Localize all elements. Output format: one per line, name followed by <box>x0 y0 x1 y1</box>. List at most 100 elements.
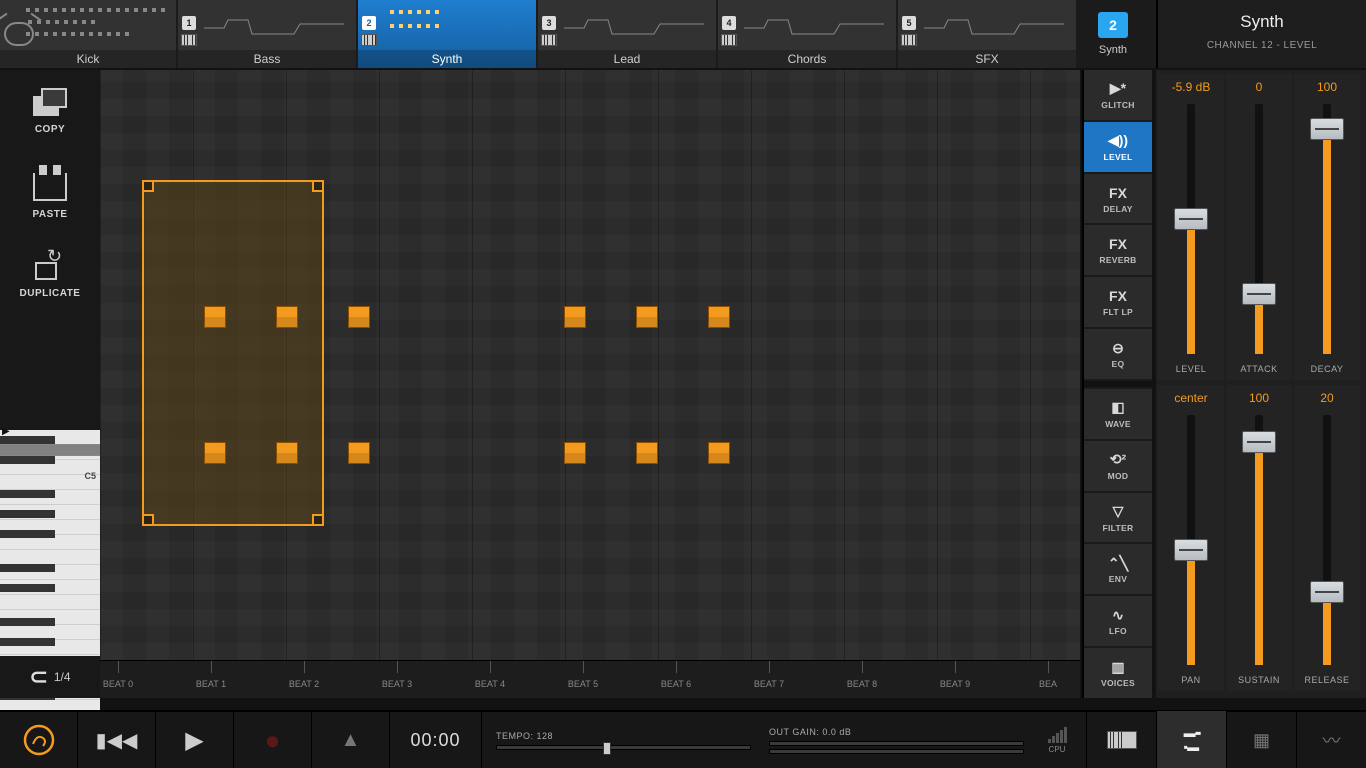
note[interactable] <box>348 306 370 328</box>
slider-name: RELEASE <box>1304 669 1349 691</box>
selection-handle-tr[interactable] <box>312 180 324 192</box>
note[interactable] <box>708 306 730 328</box>
slider-knob[interactable] <box>1242 283 1276 305</box>
keyboard-icon <box>1107 731 1137 749</box>
play-button[interactable]: ▶ <box>156 711 234 768</box>
tempo-handle[interactable] <box>603 742 611 755</box>
selection-handle-tl[interactable] <box>142 180 154 192</box>
slider-sustain[interactable]: 100SUSTAIN <box>1226 385 1292 691</box>
note[interactable] <box>276 306 298 328</box>
beat-label: BEAT 7 <box>754 679 784 689</box>
slider-track[interactable] <box>1323 415 1331 665</box>
slider-knob[interactable] <box>1174 539 1208 561</box>
keyboard-icon <box>361 34 377 46</box>
slider-decay[interactable]: 100DECAY <box>1294 74 1360 380</box>
fx-voices-button[interactable]: ▥VOICES <box>1084 648 1152 698</box>
track-kick[interactable]: Kick <box>0 0 176 68</box>
paste-button[interactable]: PASTE <box>0 152 100 234</box>
fx-level-button[interactable]: ◀)) LEVEL <box>1084 122 1152 172</box>
beat-ruler[interactable]: BEAT 0BEAT 1BEAT 2BEAT 3BEAT 4BEAT 5BEAT… <box>100 660 1080 698</box>
note[interactable] <box>564 442 586 464</box>
note[interactable] <box>276 442 298 464</box>
slider-fill <box>1187 550 1195 665</box>
track-preview <box>204 6 350 46</box>
slider-track[interactable] <box>1255 415 1263 665</box>
note[interactable] <box>348 442 370 464</box>
selection-box[interactable] <box>142 180 324 526</box>
fx-reverb-button[interactable]: FXREVERB <box>1084 225 1152 275</box>
view-pads-button[interactable]: ▦ <box>1226 711 1296 768</box>
note[interactable] <box>204 306 226 328</box>
record-icon: ● <box>265 725 281 756</box>
filter-icon: ▽ <box>1113 503 1124 521</box>
slider-level[interactable]: -5.9 dBLEVEL <box>1158 74 1224 380</box>
fx-eq-button[interactable]: ⊖EQ <box>1084 329 1152 379</box>
fx-fltlp-button[interactable]: FXFLT LP <box>1084 277 1152 327</box>
note[interactable] <box>204 442 226 464</box>
beat-label: BEAT 4 <box>475 679 505 689</box>
track-lead[interactable]: 3Lead <box>538 0 716 68</box>
track-chords[interactable]: 4Chords <box>718 0 896 68</box>
fx-label: LEVEL <box>1104 152 1133 162</box>
fx-wave-button[interactable]: ◧WAVE <box>1084 389 1152 439</box>
paste-icon <box>33 173 67 201</box>
record-button[interactable]: ● <box>234 711 312 768</box>
slider-knob[interactable] <box>1242 431 1276 453</box>
app-logo[interactable] <box>0 711 78 768</box>
tempo-meter[interactable]: TEMPO: 128 <box>496 731 751 750</box>
metronome-button[interactable]: ▲ <box>312 711 390 768</box>
fx-mod-button[interactable]: ⟲²MOD <box>1084 441 1152 491</box>
snap-control[interactable]: ⊂ 1/4 <box>0 656 100 698</box>
rewind-button[interactable]: ▮◀◀ <box>78 711 156 768</box>
slider-track[interactable] <box>1187 104 1195 354</box>
selected-track-badge[interactable]: 2Synth <box>1078 0 1148 68</box>
fx-filter-button[interactable]: ▽FILTER <box>1084 493 1152 543</box>
track-preview <box>924 6 1070 46</box>
slider-knob[interactable] <box>1174 208 1208 230</box>
timecode[interactable]: 00:00 <box>390 711 482 768</box>
selection-handle-bl[interactable] <box>142 514 154 526</box>
view-automation-button[interactable]: 〰 <box>1296 711 1366 768</box>
fx-delay-button[interactable]: FXDELAY <box>1084 174 1152 224</box>
slider-name: PAN <box>1181 669 1200 691</box>
slider-release[interactable]: 20RELEASE <box>1294 385 1360 691</box>
fx-column: ▶*GLITCH◀))LEVELFXDELAYFXREVERBFXFLT LP⊖… <box>1082 70 1152 698</box>
slider-track[interactable] <box>1255 104 1263 354</box>
track-sfx[interactable]: 5SFX <box>898 0 1076 68</box>
fx-env-button[interactable]: ⌃╲ENV <box>1084 544 1152 594</box>
view-keyboard-button[interactable] <box>1086 711 1156 768</box>
fx-lfo-button[interactable]: ∿LFO <box>1084 596 1152 646</box>
track-bass[interactable]: 1Bass <box>178 0 356 68</box>
note[interactable] <box>636 442 658 464</box>
edit-tools: COPY PASTE DUPLICATE ▶ C5 C4 ⊂ 1/4 <box>0 70 100 698</box>
track-synth[interactable]: 2Synth <box>358 0 536 68</box>
keyboard-icon <box>721 34 737 46</box>
gain-meter[interactable]: OUT GAIN: 0.0 dB <box>769 727 1024 754</box>
copy-icon <box>33 88 67 116</box>
piano-roll[interactable] <box>100 70 1080 660</box>
level-icon: ◀)) <box>1108 132 1128 150</box>
view-pianoroll-button[interactable]: ▬ ▪▪▪ ▬ <box>1156 711 1226 768</box>
note[interactable] <box>564 306 586 328</box>
slider-track[interactable] <box>1187 415 1195 665</box>
slider-value: 100 <box>1249 385 1269 411</box>
note[interactable] <box>636 306 658 328</box>
note[interactable] <box>708 442 730 464</box>
slider-pan[interactable]: centerPAN <box>1158 385 1224 691</box>
track-preview <box>564 6 710 46</box>
slider-track[interactable] <box>1323 104 1331 354</box>
slider-knob[interactable] <box>1310 118 1344 140</box>
view-marker[interactable] <box>0 444 100 456</box>
slider-attack[interactable]: 0ATTACK <box>1226 74 1292 380</box>
selection-handle-br[interactable] <box>312 514 324 526</box>
eq-icon: ⊖ <box>1112 339 1124 357</box>
slider-fill <box>1323 119 1331 354</box>
duplicate-button[interactable]: DUPLICATE <box>0 234 100 316</box>
beat-label: BEAT 2 <box>289 679 319 689</box>
fx-glitch-button[interactable]: ▶*GLITCH <box>1084 70 1152 120</box>
keyboard-icon <box>541 34 557 46</box>
meters: TEMPO: 128 OUT GAIN: 0.0 dB CPU <box>482 727 1086 754</box>
copy-button[interactable]: COPY <box>0 70 100 152</box>
badge-name: Synth <box>1099 44 1127 56</box>
slider-knob[interactable] <box>1310 581 1344 603</box>
